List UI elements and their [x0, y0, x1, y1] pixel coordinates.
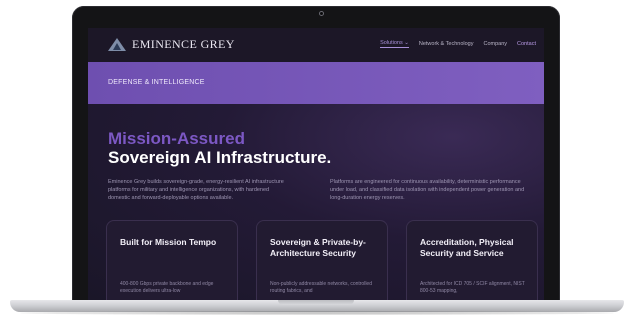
card-body: Architected for ICD 705 / SCIF alignment… — [420, 281, 525, 294]
laptop-screen: EMINENCE GREY Solutions ⌄ Network & Tech… — [88, 28, 544, 300]
laptop-shadow — [20, 311, 614, 315]
intro-paragraph-right: Platforms are engineered for continuous … — [330, 179, 525, 201]
feature-card[interactable]: Accreditation, Physical Security and Ser… — [406, 220, 538, 300]
nav-company[interactable]: Company — [483, 41, 507, 47]
hero-heading: Sovereign AI Infrastructure. — [108, 148, 332, 167]
hero-heading-accent: Mission-Assured — [108, 129, 245, 148]
nav-network-technology[interactable]: Network & Technology — [419, 41, 474, 47]
card-body: 400-800 Gbps private backbone and edge e… — [120, 281, 214, 294]
hero: Mission-Assured Sovereign AI Infrastruct… — [108, 130, 331, 168]
laptop-opening-notch — [278, 300, 354, 305]
brand-logo-icon — [108, 38, 126, 51]
card-title: Built for Mission Tempo — [120, 237, 217, 247]
section-banner: DEFENSE & INTELLIGENCE — [88, 62, 544, 104]
brand-name: EMINENCE GREY — [132, 37, 235, 51]
site-header: EMINENCE GREY Solutions ⌄ Network & Tech… — [88, 28, 544, 62]
card-body: Non-publicly addressable networks, contr… — [270, 281, 372, 294]
main-nav: Solutions ⌄ Network & Technology Company… — [380, 40, 536, 48]
card-title: Accreditation, Physical Security and Ser… — [420, 237, 514, 258]
banner-label: DEFENSE & INTELLIGENCE — [108, 79, 205, 86]
intro-paragraph-left: Eminence Grey builds sovereign-grade, en… — [108, 179, 284, 201]
nav-contact[interactable]: Contact — [517, 41, 536, 47]
brand[interactable]: EMINENCE GREY — [108, 37, 235, 52]
feature-card[interactable]: Built for Mission Tempo 400-800 Gbps pri… — [106, 220, 238, 300]
nav-solutions[interactable]: Solutions ⌄ — [380, 40, 409, 48]
feature-card[interactable]: Sovereign & Private-by-Architecture Secu… — [256, 220, 388, 300]
webcam-icon — [319, 11, 324, 16]
card-title: Sovereign & Private-by-Architecture Secu… — [270, 237, 366, 258]
